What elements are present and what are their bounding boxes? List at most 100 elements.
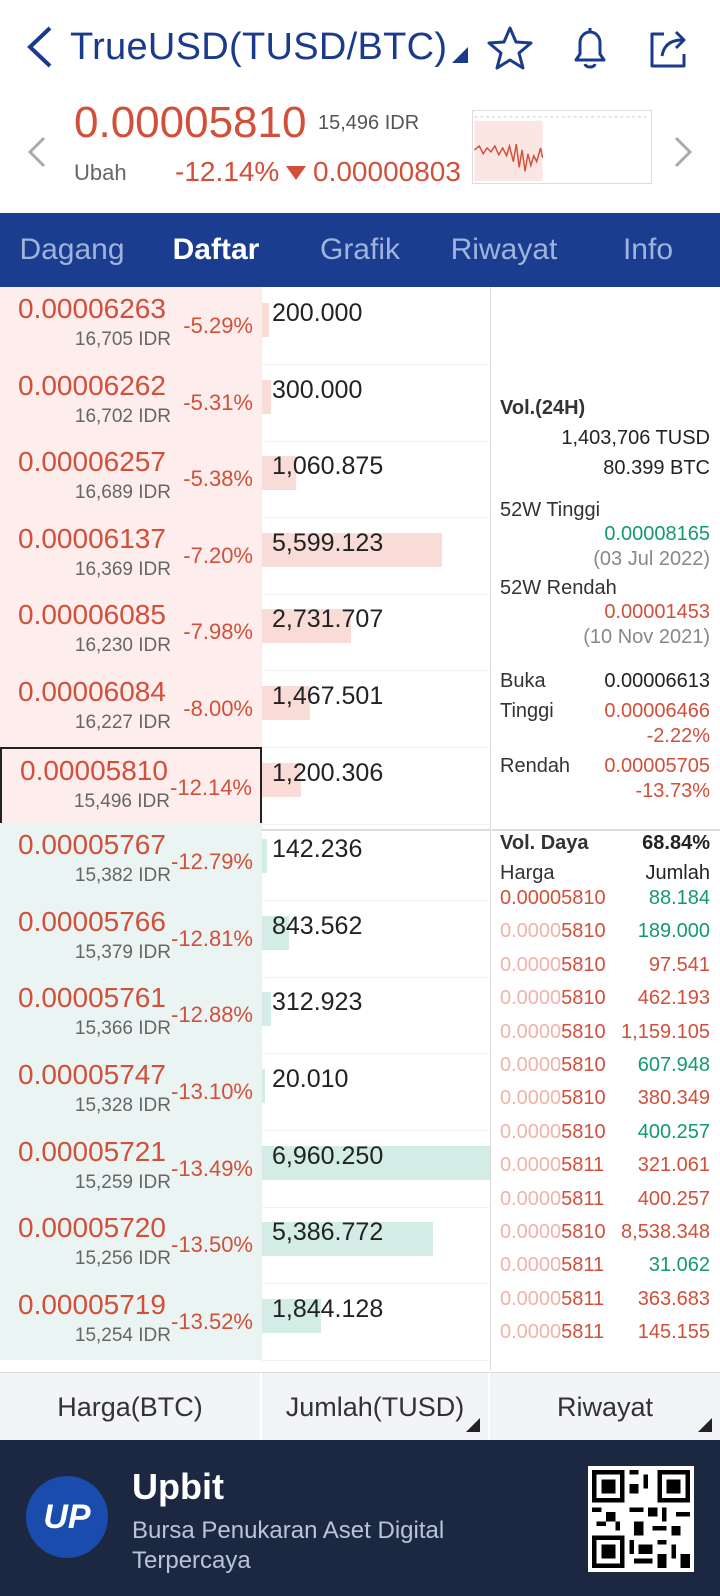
quantity-column-header[interactable]: Jumlah(TUSD) xyxy=(262,1373,490,1440)
quantity-cell[interactable]: 142.236 xyxy=(262,823,490,902)
price-column-header[interactable]: Harga(BTC) xyxy=(0,1373,262,1440)
quantity-cell[interactable]: 6,960.250 xyxy=(262,1130,490,1208)
quantity-cell[interactable]: 200.000 xyxy=(262,287,490,365)
price-cell[interactable]: 0.00005767 15,382 IDR -12.79% xyxy=(0,823,262,902)
trade-quantity: 88.184 xyxy=(648,887,710,909)
column-header-bar: Harga(BTC) Jumlah(TUSD) Riwayat xyxy=(0,1372,720,1440)
price-cell[interactable]: 0.00006262 16,702 IDR -5.31% xyxy=(0,363,262,442)
quantity-cell[interactable]: 1,467.501 xyxy=(262,670,490,748)
quantity-cell[interactable]: 1,060.875 xyxy=(262,440,490,519)
bid-row[interactable]: 0.00005720 15,256 IDR -13.50% 5,386.772 xyxy=(0,1206,490,1285)
bid-row[interactable]: 0.00005767 15,382 IDR -12.79% 142.236 xyxy=(0,823,490,902)
trade-price-prefix: 0.0000 xyxy=(500,920,562,943)
bid-row[interactable]: 0.00005747 15,328 IDR -13.10% 20.010 xyxy=(0,1053,490,1131)
bid-row[interactable]: 0.00005766 15,379 IDR -12.81% 843.562 xyxy=(0,899,490,978)
quantity-cell[interactable]: 5,599.123 xyxy=(262,517,490,595)
quantity-cell[interactable]: 300.000 xyxy=(262,364,490,442)
trade-quantity: 462.193 xyxy=(637,987,710,1010)
order-change-percent: -8.00% xyxy=(183,696,253,721)
quantity-bar xyxy=(262,839,267,874)
order-price-idr: 16,705 IDR xyxy=(74,329,171,350)
price-cell[interactable]: 0.00005747 15,328 IDR -13.10% xyxy=(0,1053,262,1131)
bell-icon[interactable] xyxy=(566,24,614,72)
trade-quantity: 31.062 xyxy=(648,1254,710,1277)
ask-row[interactable]: 0.00006257 16,689 IDR -5.38% 1,060.875 xyxy=(0,440,490,519)
tab-daftar[interactable]: Daftar xyxy=(144,213,288,287)
order-price: 0.00006137 xyxy=(18,522,166,554)
trade-price-prefix: 0.0000 xyxy=(500,1120,562,1143)
bid-row[interactable]: 0.00005721 15,259 IDR -13.49% 6,960.250 xyxy=(0,1129,490,1208)
bid-row[interactable]: 0.00005719 15,254 IDR -13.52% 1,844.128 xyxy=(0,1282,490,1361)
quantity-cell[interactable]: 312.923 xyxy=(262,976,490,1055)
upbit-banner[interactable]: UP Upbit Bursa Penukaran Aset Digital Te… xyxy=(0,1440,720,1596)
tab-dagang[interactable]: Dagang xyxy=(0,213,144,287)
quantity-cell[interactable]: 1,200.306 xyxy=(262,747,490,825)
price-cell[interactable]: 0.00005761 15,366 IDR -12.88% xyxy=(0,976,262,1055)
ask-row[interactable]: 0.00006084 16,227 IDR -8.00% 1,467.501 xyxy=(0,670,490,748)
quantity-cell[interactable]: 843.562 xyxy=(262,900,490,978)
order-quantity: 20.010 xyxy=(272,1065,349,1093)
order-price: 0.00006084 xyxy=(18,676,166,707)
price-cell[interactable]: 0.00005721 15,259 IDR -13.49% xyxy=(0,1129,262,1208)
tab-info[interactable]: Info xyxy=(576,213,720,287)
price-cell[interactable]: 0.00006257 16,689 IDR -5.38% xyxy=(0,440,262,519)
ask-row[interactable]: 0.00006263 16,705 IDR -5.29% 200.000 xyxy=(0,287,490,365)
market-title[interactable]: TrueUSD(TUSD/BTC) xyxy=(70,26,447,69)
price-cell[interactable]: 0.00005766 15,379 IDR -12.81% xyxy=(0,899,262,978)
order-price-idr: 15,256 IDR xyxy=(74,1248,171,1270)
back-icon[interactable] xyxy=(20,24,60,70)
trade-price: 0.00005810 xyxy=(500,987,606,1010)
upbit-logo: UP xyxy=(26,1476,108,1558)
ask-row[interactable]: 0.00006262 16,702 IDR -5.31% 300.000 xyxy=(0,363,490,442)
quantity-cell[interactable]: 2,731.707 xyxy=(262,593,490,672)
quantity-cell[interactable]: 1,844.128 xyxy=(262,1283,490,1361)
trade-price-prefix: 0.0000 xyxy=(500,1054,562,1076)
price-cell[interactable]: 0.00005719 15,254 IDR -13.52% xyxy=(0,1282,262,1361)
ask-row[interactable]: 0.00006085 16,230 IDR -7.98% 2,731.707 xyxy=(0,593,490,672)
order-change-percent: -12.88% xyxy=(171,1002,253,1028)
order-price-idr: 15,366 IDR xyxy=(74,1018,171,1040)
trade-price-digits: 5810 xyxy=(561,953,606,976)
quantity-cell[interactable]: 5,386.772 xyxy=(262,1206,490,1285)
order-quantity: 6,960.250 xyxy=(272,1141,384,1170)
share-icon[interactable] xyxy=(644,24,692,72)
quantity-cell[interactable]: 20.010 xyxy=(262,1053,490,1131)
qr-code-icon xyxy=(588,1466,694,1572)
tab-riwayat[interactable]: Riwayat xyxy=(432,213,576,287)
ask-row[interactable]: 0.00006137 16,369 IDR -7.20% 5,599.123 xyxy=(0,516,490,595)
previous-market-icon[interactable] xyxy=(24,134,48,170)
trade-price-digits: 5810 xyxy=(561,920,606,943)
brand-tagline: Bursa Penukaran Aset Digital Terpercaya xyxy=(132,1517,445,1574)
order-quantity: 200.000 xyxy=(272,299,363,327)
order-change-percent: -13.52% xyxy=(171,1308,253,1334)
current-price-idr: 15,496 IDR xyxy=(318,112,420,134)
price-cell[interactable]: 0.00006084 16,227 IDR -8.00% xyxy=(0,670,262,748)
trade-price-digits: 5810 xyxy=(561,1054,606,1076)
price-cell[interactable]: 0.00005720 15,256 IDR -13.50% xyxy=(0,1206,262,1285)
price-cell[interactable]: 0.00006263 16,705 IDR -5.29% xyxy=(0,287,262,365)
bid-row[interactable]: 0.00005761 15,366 IDR -12.88% 312.923 xyxy=(0,976,490,1055)
trade-price-digits: 5810 xyxy=(561,1087,606,1110)
trade-price-digits: 5810 xyxy=(561,1020,606,1043)
trade-price-prefix: 0.0000 xyxy=(500,1321,562,1344)
trade-price-digits: 5811 xyxy=(561,1287,605,1310)
market-dropdown-caret-icon[interactable] xyxy=(452,47,468,63)
order-quantity: 142.236 xyxy=(272,835,363,864)
price-cell[interactable]: 0.00006085 16,230 IDR -7.98% xyxy=(0,593,262,672)
price-cell[interactable]: 0.00006137 16,369 IDR -7.20% xyxy=(0,516,262,595)
trade-quantity: 8,538.348 xyxy=(621,1221,710,1243)
star-icon[interactable] xyxy=(486,24,534,72)
trade-price: 0.00005811 xyxy=(500,1254,604,1277)
next-market-icon[interactable] xyxy=(672,134,696,170)
order-change-percent: -5.31% xyxy=(183,389,253,415)
low-label: Rendah xyxy=(500,755,571,777)
tab-grafik[interactable]: Grafik xyxy=(288,213,432,287)
order-change-percent: -5.38% xyxy=(183,466,253,492)
mini-price-chart[interactable] xyxy=(472,110,652,184)
info-divider xyxy=(492,829,720,831)
price-cell[interactable]: 0.00005810 15,496 IDR -12.14% xyxy=(0,746,262,825)
trade-price: 0.00005810 xyxy=(500,887,606,910)
corner-caret-icon xyxy=(698,1418,712,1432)
current-price-row[interactable]: 0.00005810 15,496 IDR -12.14% 1,200.306 xyxy=(0,746,490,825)
history-column-header[interactable]: Riwayat xyxy=(490,1373,720,1440)
